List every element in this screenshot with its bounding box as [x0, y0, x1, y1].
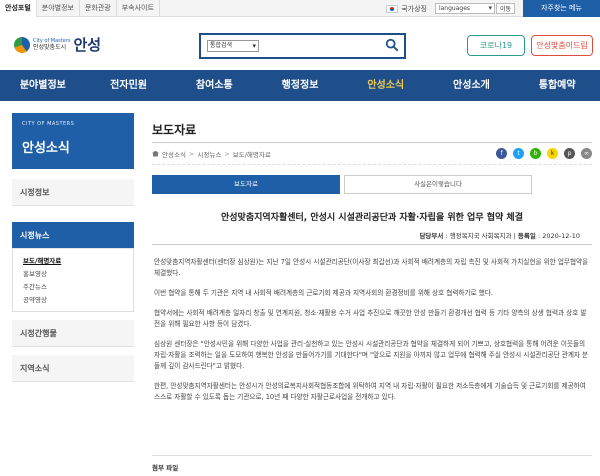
main-content: 보도자료 안성소식 > 시정뉴스 > 보도/해명자료 f t b k p ∞ 보…: [152, 113, 592, 472]
nav-item-civil[interactable]: 전자민원: [86, 70, 172, 101]
top-right-utilities: 국가상징 languages 이동 자주찾는 메뉴: [386, 0, 600, 17]
search-icon[interactable]: [385, 38, 399, 52]
sidebar-item-city-info[interactable]: 시정정보: [12, 179, 134, 206]
kakao-icon[interactable]: k: [547, 148, 558, 159]
tab-press-release[interactable]: 보도자료: [152, 175, 340, 194]
logo-small-text: City of Masters: [33, 37, 71, 44]
breadcrumb-separator: >: [188, 149, 195, 158]
article-paragraph: 한편, 안성맞춤지역자활센터는 안성시가 안성의료복지사회적협동조합에 위탁하여…: [154, 382, 586, 401]
link-icon[interactable]: ∞: [581, 148, 592, 159]
content-tabs: 보도자료 사실은이렇습니다: [152, 175, 592, 194]
main-navigation: 분야별정보 전자민원 참여소통 행정정보 안성소식 안성소개 통합예약: [0, 70, 600, 101]
nav-item-reservation[interactable]: 통합예약: [514, 70, 600, 101]
nav-item-fields[interactable]: 분야별정보: [0, 70, 86, 101]
submenu-pledge-video[interactable]: 공약영상: [13, 292, 133, 305]
article-paragraph: 안성맞춤지역자활센터(센터장 심상원)는 지난 7일 안성시 시설관리공단(이사…: [154, 258, 589, 277]
article-paragraph: 협약서에는 사회적 배려계층 일자리 창출 및 연계지원, 청소·재활용 수거 …: [154, 309, 587, 328]
print-icon[interactable]: p: [564, 148, 575, 159]
sidebar-banner-title: 안성소식: [22, 141, 70, 156]
article-paragraph: 이번 협약을 통해 두 기관은 지역 내 사회적 배려계층의 근로기회 제공과 …: [154, 289, 493, 297]
site-link-fields[interactable]: 분야별정보: [37, 0, 80, 17]
article-meta: 담당부서 : 행정복지국 사회복지과 | 등록일 : 2020-12-10: [152, 230, 592, 245]
sidebar-item-local-news[interactable]: 지역소식: [12, 355, 134, 382]
nav-item-about[interactable]: 안성소개: [429, 70, 515, 101]
site-link-sub[interactable]: 부속사이트: [117, 0, 160, 17]
language-select[interactable]: languages: [434, 3, 495, 14]
sidebar-item-publications[interactable]: 시정간행물: [12, 320, 134, 347]
nav-item-participation[interactable]: 참여소통: [171, 70, 257, 101]
page-title: 보도자료: [152, 113, 592, 143]
site-link-portal[interactable]: 안성포털: [0, 0, 37, 17]
breadcrumb: 안성소식 > 시정뉴스 > 보도/해명자료 f t b k p ∞: [152, 143, 592, 165]
twitter-icon[interactable]: t: [513, 148, 524, 159]
meta-date-label: 등록일: [517, 232, 536, 240]
article-body: 안성맞춤지역자활센터(센터장 심상원)는 지난 7일 안성시 시설관리공단(이사…: [152, 245, 592, 455]
meta-date: 2020-12-10: [542, 232, 580, 240]
sidebar-banner: CITY OF MASTERS 안성소식: [12, 113, 134, 169]
tab-fact-check[interactable]: 사실은이렇습니다: [344, 175, 532, 194]
breadcrumb-item[interactable]: 시정뉴스: [197, 149, 221, 159]
nav-item-admin[interactable]: 행정정보: [257, 70, 343, 101]
search-scope-select[interactable]: 통합검색: [207, 40, 259, 52]
home-icon[interactable]: [152, 150, 159, 157]
article-title: 안성맞춤지역자활센터, 안성시 시설관리공단과 자활·자립을 위한 업무 협약 …: [220, 213, 523, 223]
sidebar-banner-small: CITY OF MASTERS: [22, 121, 75, 127]
attachment-label: 첨부 파일: [152, 455, 592, 472]
logo-sub-text: 안성맞춤도시: [33, 43, 67, 51]
nav-item-news[interactable]: 안성소식: [343, 70, 429, 101]
logo-city-name: 안성: [73, 36, 102, 54]
breadcrumb-item[interactable]: 안성소식: [162, 149, 186, 159]
language-go-button[interactable]: 이동: [495, 3, 515, 14]
submenu-promo-video[interactable]: 홍보영상: [13, 266, 133, 279]
submenu-weekly-news[interactable]: 주간뉴스: [13, 279, 133, 292]
sidebar-item-city-news[interactable]: 시정뉴스: [12, 222, 134, 249]
site-links: 안성포털 분야별정보 문화관광 부속사이트: [0, 0, 160, 17]
meta-dept: 행정복지국 사회복지과: [449, 232, 512, 240]
sidebar-submenu: 보도/해명자료 홍보영상 주간뉴스 공약영상: [12, 249, 134, 312]
site-logo[interactable]: City of Masters 안성맞춤도시 안성: [14, 34, 101, 55]
breadcrumb-separator: >: [224, 149, 230, 158]
gov-symbol-link[interactable]: 국가상징: [401, 4, 427, 14]
article-paragraph: 심상원 센터장은 "안성시민을 위해 다양한 사업을 관리·실천하고 있는 안성…: [154, 340, 589, 370]
share-buttons: f t b k p ∞: [490, 148, 592, 159]
submenu-press-release[interactable]: 보도/해명자료: [13, 253, 133, 266]
top-utility-bar: 안성포털 분야별정보 문화관광 부속사이트 국가상징 languages 이동 …: [0, 0, 600, 17]
covid19-button[interactable]: 코로나19: [467, 35, 525, 56]
sidebar: CITY OF MASTERS 안성소식 시정정보 시정뉴스 보도/해명자료 홍…: [12, 113, 134, 382]
quick-menu-button[interactable]: 자주찾는 메뉴: [523, 0, 600, 17]
logo-emblem-icon: [14, 36, 30, 53]
meta-dept-label: 담당부서: [419, 232, 444, 240]
facebook-icon[interactable]: f: [496, 148, 507, 159]
breadcrumb-item[interactable]: 보도/해명자료: [233, 149, 271, 159]
search-box: 통합검색: [199, 33, 406, 59]
blog-icon[interactable]: b: [530, 148, 541, 159]
safety-dream-button[interactable]: 안성맞춤이드림: [531, 35, 593, 56]
site-link-tourism[interactable]: 문화관광: [80, 0, 117, 17]
flag-icon: [386, 4, 399, 13]
